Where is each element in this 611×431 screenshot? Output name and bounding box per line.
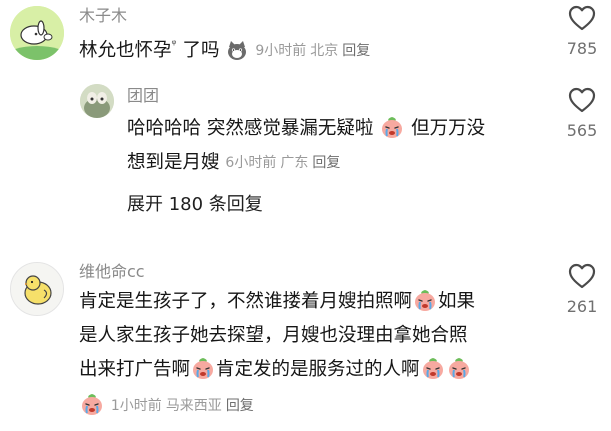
comment-text: 哈哈哈哈 突然感觉暴漏无疑啦 但万万没 [127, 112, 485, 150]
comment-text-part: 但万万没 [405, 118, 486, 139]
expand-replies-button[interactable]: 展开 180 条回复 [127, 193, 263, 217]
crying-peach-emoji [80, 392, 104, 427]
avatar[interactable] [10, 262, 64, 316]
crying-peach-emoji [413, 288, 437, 323]
avatar[interactable] [80, 84, 114, 118]
comment-text-part: 如果 [438, 291, 476, 312]
comment-text-part: 林允也怀孕 [79, 40, 172, 61]
comment-text-line: 是人家生孩子她去探望，月嫂也没理由拿她合照 [79, 319, 468, 352]
like-count: 261 [566, 297, 598, 316]
comment-text-part: 想到是月嫂 [127, 152, 220, 173]
crying-peach-emoji [191, 356, 215, 391]
comment-list: 木子木 林允也怀孕ᵠ 了吗 9小时前 北京 回复 785 团团 哈哈哈哈 突然感… [0, 0, 611, 431]
comment-text-part: 肯定发的是服务过的人啊 [216, 359, 420, 380]
comment-text-part: 是人家生孩子她去探望，月嫂也没理由拿她合照 [79, 325, 468, 346]
crying-peach-emoji [380, 115, 404, 150]
cat-face-emoji [226, 39, 248, 72]
comment-meta: 6小时前 广东 回复 [225, 155, 344, 171]
heart-outline-icon[interactable] [568, 5, 596, 31]
comment-meta-line: 1小时前 马来西亚 回复 [79, 389, 258, 427]
comment-username[interactable]: 维他命cc [79, 262, 145, 282]
avatar[interactable] [10, 6, 64, 60]
heart-outline-icon[interactable] [568, 87, 596, 113]
comment-text-line: 想到是月嫂 6小时前 广东 回复 [127, 146, 344, 180]
comment-location: 北京 [310, 43, 339, 59]
comment-time: 6小时前 [225, 155, 277, 171]
comment-meta: 9小时前 北京 回复 [255, 43, 374, 59]
comment-time: 9小时前 [255, 43, 307, 59]
comment-location: 广东 [280, 155, 309, 171]
comment-text-part: 肯定是生孩子了，不然谁搂着月嫂拍照啊 [79, 291, 413, 312]
like-button[interactable]: 261 [560, 263, 604, 317]
reply-button[interactable]: 回复 [226, 398, 254, 414]
heart-outline-icon[interactable] [568, 263, 596, 289]
comment-time: 1小时前 [110, 398, 162, 414]
comment-text: 肯定是生孩子了，不然谁搂着月嫂拍照啊 如果 [79, 285, 475, 323]
comment-text-part: 哈哈哈哈 突然感觉暴漏无疑啦 [127, 118, 374, 139]
reply-button[interactable]: 回复 [312, 155, 340, 171]
comment-text-part: 了吗 [182, 40, 220, 61]
comment-text-part: 出来打广告啊 [79, 359, 191, 380]
comment-location: 马来西亚 [165, 398, 222, 414]
comment-meta: 1小时前 马来西亚 回复 [111, 398, 258, 414]
crying-peach-emoji [421, 356, 445, 391]
comment-username[interactable]: 团团 [127, 86, 159, 106]
like-count: 785 [566, 39, 598, 58]
reply-button[interactable]: 回复 [342, 43, 370, 59]
comment-text: 林允也怀孕ᵠ 了吗 9小时前 北京 回复 [79, 28, 374, 72]
like-button[interactable]: 565 [560, 87, 604, 141]
comment-text-line: 出来打广告啊 肯定发的是服务过的人啊 [79, 353, 472, 391]
like-count: 565 [566, 121, 598, 140]
search-keyword-icon[interactable]: ᵠ [172, 37, 177, 51]
comment-username[interactable]: 木子木 [79, 6, 127, 26]
like-button[interactable]: 785 [560, 5, 604, 59]
crying-peach-emoji [447, 356, 471, 391]
